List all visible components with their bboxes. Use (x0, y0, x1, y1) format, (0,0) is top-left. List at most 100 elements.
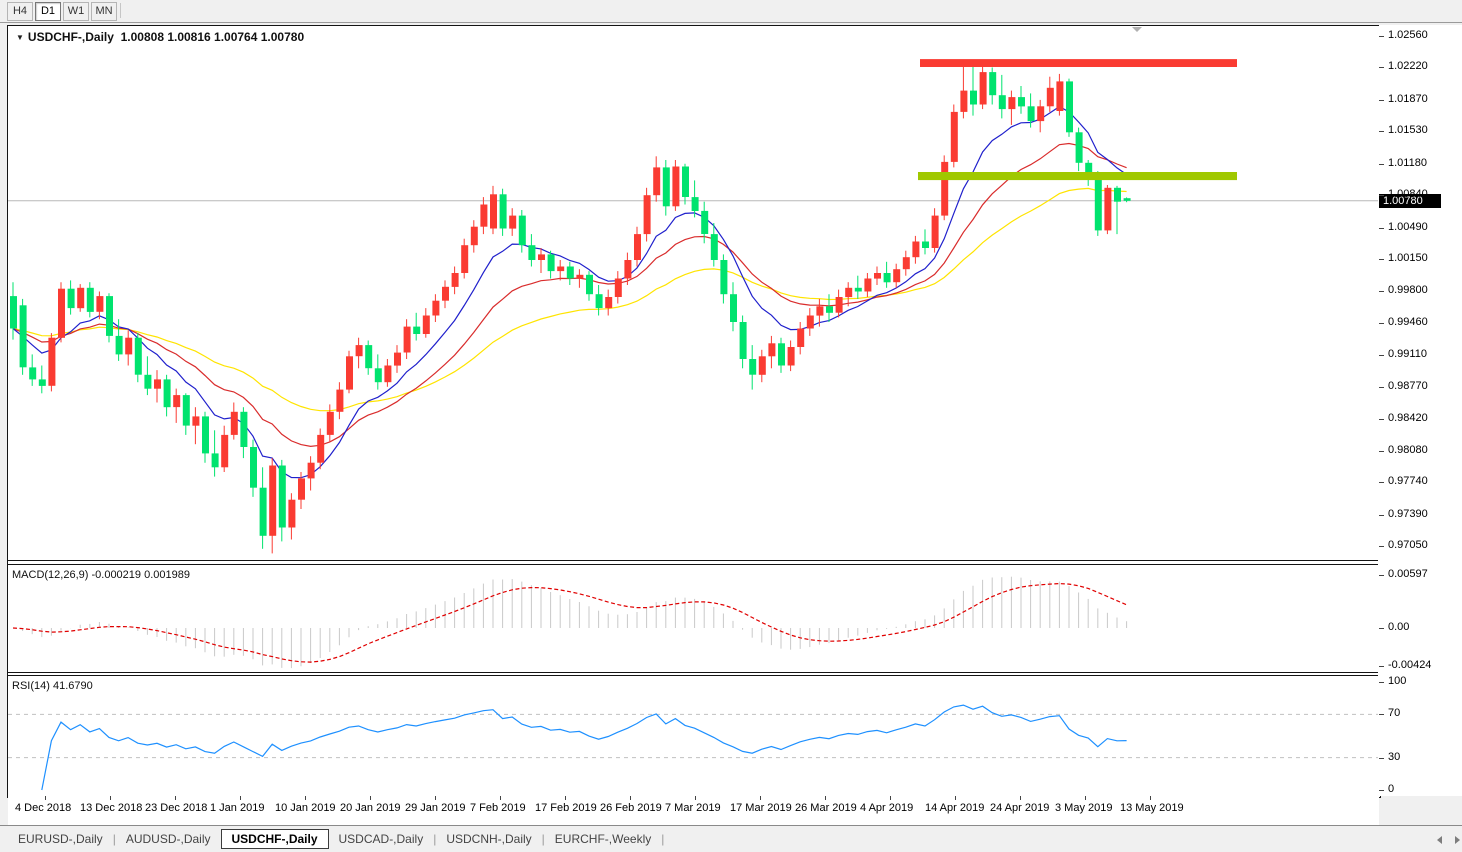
candle-body (384, 365, 392, 383)
price-tick-label: 1.00490 (1388, 221, 1428, 233)
candle-body (586, 274, 593, 295)
candle-body (96, 296, 104, 312)
tab-scroll-left-icon[interactable] (1437, 836, 1442, 844)
time-axis-label: 10 Jan 2019 (275, 802, 336, 814)
time-axis-tick (825, 796, 826, 800)
price-axis[interactable]: 1.00780 1.02560 1.02220 1.01870 1.01530 1.01… (1379, 25, 1462, 796)
candle-body (442, 286, 449, 301)
candle-body (67, 288, 75, 309)
time-axis-label: 14 Apr 2019 (925, 802, 985, 814)
time-axis-tick (630, 796, 631, 800)
candle-body (480, 204, 488, 227)
macd-chart-svg[interactable] (8, 565, 1378, 672)
chart-dropdown-icon[interactable]: ▼ (16, 33, 24, 42)
time-axis-tick (110, 796, 111, 800)
rsi-value: 41.6790 (52, 680, 93, 692)
candle-body (154, 379, 161, 389)
chart-tabs: EURUSD-,Daily | AUDUSD-,Daily USDCHF-,Dai… (8, 826, 664, 852)
time-axis-tick (695, 796, 696, 800)
candle-body (691, 197, 699, 211)
tab-usdcnh-daily[interactable]: USDCNH-,Daily (436, 829, 541, 849)
candle-body (394, 352, 401, 366)
time-axis-label: 26 Mar 2019 (795, 802, 857, 814)
timeframe-button-d1[interactable]: D1 (35, 2, 61, 21)
resistance-line-object[interactable] (920, 59, 1237, 67)
candle-body (115, 335, 123, 355)
price-tick-tick (1379, 67, 1384, 68)
rsi-line (41, 704, 1127, 791)
time-axis-tick (45, 796, 46, 800)
macd-label: MACD(12,26,9) -0.000219 0.001989 (12, 569, 190, 581)
tab-usdchf-daily[interactable]: USDCHF-,Daily (220, 829, 329, 849)
candle-body (883, 273, 891, 283)
tab-audusd-daily[interactable]: AUDUSD-,Daily (116, 829, 221, 849)
chart-ohlc-values: 1.00808 1.00816 1.00764 1.00780 (120, 30, 305, 44)
tab-eurchf-weekly[interactable]: EURCHF-,Weekly (545, 829, 661, 849)
macd-pane[interactable]: MACD(12,26,9) -0.000219 0.001989 (8, 565, 1378, 672)
candle-body (538, 254, 545, 260)
macd-name: MACD(12,26,9) (12, 569, 89, 581)
candle-body (38, 379, 46, 386)
support-line-object[interactable] (918, 172, 1237, 181)
candle-body (595, 294, 603, 309)
candle-body (461, 245, 469, 273)
timeframe-button-h4[interactable]: H4 (7, 2, 33, 21)
candle-body (58, 288, 65, 338)
price-tick-tick (1379, 291, 1384, 292)
rsi-tick-tick (1379, 790, 1384, 791)
candle-body (29, 367, 37, 380)
time-axis-label: 3 May 2019 (1055, 802, 1113, 814)
candle-body (902, 257, 910, 270)
candle-body (768, 343, 776, 357)
candle-body (941, 161, 949, 216)
candle-body (701, 210, 709, 234)
candle-body (922, 241, 929, 248)
price-tick-label: 1.00150 (1388, 252, 1428, 264)
time-axis-tick (1150, 796, 1151, 800)
candle-body (739, 322, 747, 359)
candle-body (634, 234, 641, 260)
time-axis-tick (1085, 796, 1086, 800)
candle-body (566, 266, 574, 279)
chart-tab-strip: EURUSD-,Daily | AUDUSD-,Daily USDCHF-,Dai… (0, 825, 1462, 852)
time-axis-label: 1 Jan 2019 (210, 802, 265, 814)
rsi-pane[interactable]: RSI(14) 41.6790 (8, 676, 1378, 795)
macd-main-value: -0.000219 (91, 569, 142, 581)
candle-body (605, 297, 613, 309)
price-tick-label: 1.01180 (1388, 157, 1427, 169)
price-tick-label: 1.01870 (1388, 93, 1428, 105)
price-tick-tick (1379, 131, 1384, 132)
rsi-chart-svg[interactable] (8, 676, 1378, 795)
price-pane[interactable]: ▼ USDCHF-,Daily 1.00808 1.00816 1.00764 1… (8, 26, 1378, 560)
candle-body (749, 359, 757, 375)
candle-body (374, 368, 382, 383)
candle-body (490, 194, 497, 229)
time-axis-tick (1020, 796, 1021, 800)
candle-body (269, 465, 277, 536)
candle-body (336, 389, 344, 412)
price-tick-tick (1379, 259, 1384, 260)
timeframe-button-mn[interactable]: MN (91, 2, 117, 21)
price-chart-svg[interactable] (8, 26, 1378, 560)
candle-body (682, 166, 689, 197)
timeframe-button-w1[interactable]: W1 (63, 2, 89, 21)
time-axis-tick (175, 796, 176, 800)
price-tick-label: 0.99110 (1388, 348, 1427, 360)
rsi-tick-tick (1379, 714, 1384, 715)
price-tick-label: 0.99800 (1388, 284, 1428, 296)
tab-scroll-right-icon[interactable] (1455, 836, 1460, 844)
price-tick-tick (1379, 451, 1384, 452)
candle-body (182, 395, 190, 426)
time-axis-label: 17 Feb 2019 (535, 802, 597, 814)
candle-body (893, 269, 901, 283)
candle-body (250, 447, 257, 488)
macd-histogram (22, 576, 1128, 669)
tab-usdcad-daily[interactable]: USDCAD-,Daily (329, 829, 434, 849)
time-axis-tick (370, 796, 371, 800)
tab-eurusd-daily[interactable]: EURUSD-,Daily (8, 829, 113, 849)
chart-shift-marker-icon[interactable] (1132, 27, 1142, 32)
price-tick-tick (1379, 36, 1384, 37)
candle-body (950, 111, 958, 162)
candle-body (758, 356, 766, 375)
time-axis[interactable]: 4 Dec 2018 13 Dec 2018 23 Dec 2018 1 Jan 20… (8, 796, 1379, 825)
